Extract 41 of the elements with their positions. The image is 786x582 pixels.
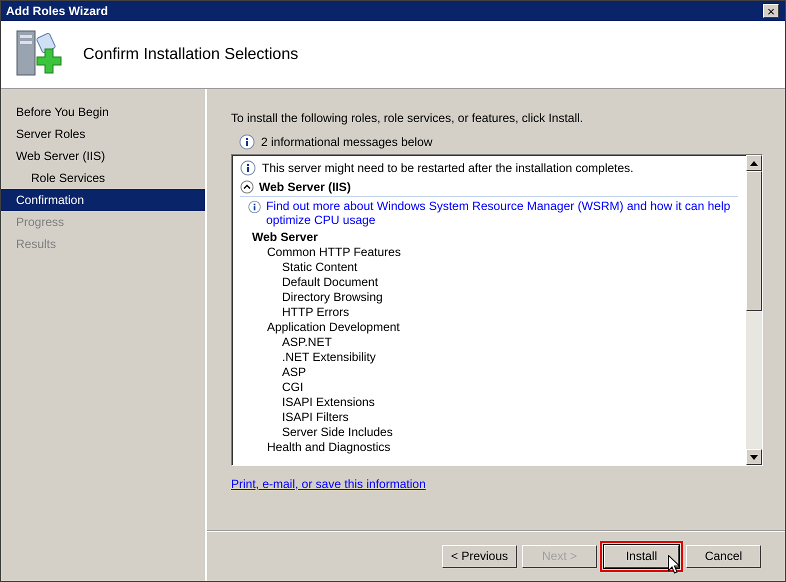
feature-label: Common HTTP Features — [266, 245, 402, 260]
wizard-button[interactable]: Cancel — [686, 544, 761, 568]
instruction-text: To install the following roles, role services, or features, click Install. — [231, 111, 584, 125]
wsrm-link[interactable]: Find out more about Windows System Resource Manager (WSRM) and how it can help optimize CPU usage — [266, 199, 738, 227]
step-item[interactable]: Server Roles — [1, 123, 205, 145]
page-title: Confirm Installation Selections — [83, 46, 298, 64]
print-link[interactable]: Print, e-mail, or save this information — [231, 477, 426, 491]
cursor-icon — [668, 554, 680, 574]
scroll-thumb[interactable] — [746, 171, 762, 311]
step-item[interactable]: Role Services — [1, 167, 205, 189]
notice-text: This server might need to be restarted after the installation completes. — [262, 161, 634, 175]
scroll-down-icon[interactable] — [750, 454, 758, 460]
scroll-up-icon[interactable] — [750, 160, 758, 166]
scrollbar[interactable] — [746, 155, 762, 465]
feature-label: ASP — [281, 365, 308, 380]
feature-label: Directory Browsing — [281, 290, 384, 305]
wizard-button[interactable]: < Previous — [442, 544, 517, 568]
feature-label: ISAPI Extensions — [281, 395, 376, 410]
feature-label: Health and Diagnostics — [266, 440, 392, 455]
feature-label: HTTP Errors — [281, 305, 350, 320]
window-title: Add Roles Wizard — [6, 4, 108, 18]
feature-label: Application Development — [266, 320, 401, 335]
step-item[interactable]: Web Server (IIS) — [1, 145, 205, 167]
feature-label: ASP.NET — [281, 335, 333, 350]
collapse-icon[interactable] — [240, 180, 254, 194]
wizard-button[interactable]: Install — [604, 544, 679, 568]
feature-label: Default Document — [281, 275, 380, 290]
info-icon — [248, 199, 262, 215]
step-item[interactable]: Before You Begin — [1, 101, 205, 123]
feature-label: Server Side Includes — [281, 425, 394, 440]
feature-label: Static Content — [281, 260, 358, 275]
close-button[interactable]: × — [763, 4, 779, 18]
feature-label: .NET Extensibility — [281, 350, 377, 365]
info-icon — [239, 134, 255, 150]
step-item[interactable]: Confirmation — [1, 189, 205, 211]
feature-label: ISAPI Filters — [281, 410, 350, 425]
info-summary: 2 informational messages below — [261, 135, 432, 149]
feature-label: CGI — [281, 380, 304, 395]
feature-label: Web Server — [251, 230, 319, 245]
section-title: Web Server (IIS) — [259, 180, 351, 194]
info-icon — [240, 160, 256, 176]
